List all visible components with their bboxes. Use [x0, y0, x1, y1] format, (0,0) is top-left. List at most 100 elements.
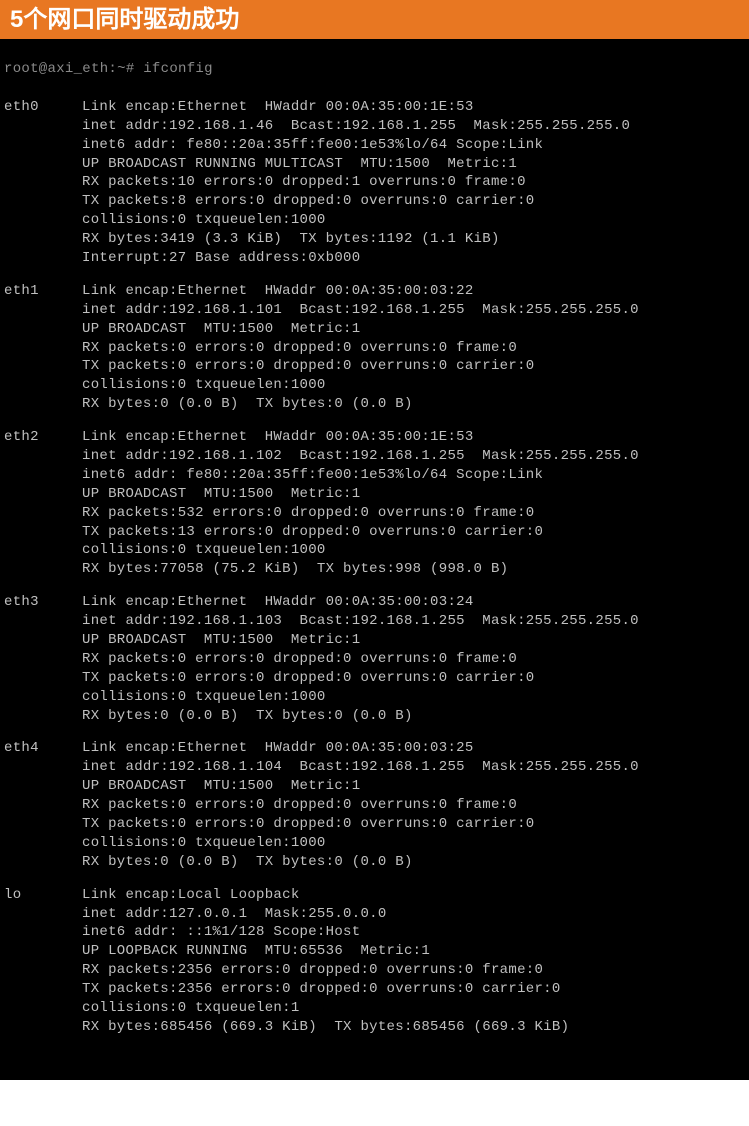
interface-list: eth0Link encap:Ethernet HWaddr 00:0A:35:…	[4, 98, 745, 1037]
interface-line: RX packets:0 errors:0 dropped:0 overruns…	[4, 796, 745, 815]
interface-line: collisions:0 txqueuelen:1000	[4, 376, 745, 395]
interface-detail: RX bytes:3419 (3.3 KiB) TX bytes:1192 (1…	[82, 231, 500, 247]
interface-detail: TX packets:13 errors:0 dropped:0 overrun…	[82, 524, 543, 540]
interface-detail: Link encap:Ethernet HWaddr 00:0A:35:00:0…	[82, 283, 474, 299]
interface-detail: RX bytes:0 (0.0 B) TX bytes:0 (0.0 B)	[82, 708, 413, 724]
interface-detail: TX packets:0 errors:0 dropped:0 overruns…	[82, 358, 534, 374]
interface-detail: inet6 addr: fe80::20a:35ff:fe00:1e53%lo/…	[82, 137, 543, 153]
interface-detail: Link encap:Ethernet HWaddr 00:0A:35:00:1…	[82, 429, 474, 445]
interface-detail: UP BROADCAST MTU:1500 Metric:1	[82, 486, 360, 502]
interface-line: TX packets:0 errors:0 dropped:0 overruns…	[4, 669, 745, 688]
interface-line: inet addr:192.168.1.101 Bcast:192.168.1.…	[4, 301, 745, 320]
interface-line: Interrupt:27 Base address:0xb000	[4, 249, 745, 268]
interface-line: collisions:0 txqueuelen:1000	[4, 541, 745, 560]
interface-line: RX packets:2356 errors:0 dropped:0 overr…	[4, 961, 745, 980]
interface-detail: Link encap:Local Loopback	[82, 887, 300, 903]
interface-line: inet addr:192.168.1.103 Bcast:192.168.1.…	[4, 612, 745, 631]
interface-line: TX packets:0 errors:0 dropped:0 overruns…	[4, 357, 745, 376]
interface-line: RX bytes:0 (0.0 B) TX bytes:0 (0.0 B)	[4, 395, 745, 414]
interface-line: inet addr:192.168.1.104 Bcast:192.168.1.…	[4, 758, 745, 777]
interface-line: RX bytes:0 (0.0 B) TX bytes:0 (0.0 B)	[4, 853, 745, 872]
interface-detail: collisions:0 txqueuelen:1000	[82, 212, 326, 228]
interface-detail: collisions:0 txqueuelen:1	[82, 1000, 300, 1016]
interface-line: TX packets:8 errors:0 dropped:0 overruns…	[4, 192, 745, 211]
interface-line: eth3Link encap:Ethernet HWaddr 00:0A:35:…	[4, 593, 745, 612]
interface-line: inet addr:127.0.0.1 Mask:255.0.0.0	[4, 905, 745, 924]
interface-line: UP BROADCAST RUNNING MULTICAST MTU:1500 …	[4, 155, 745, 174]
interface-block-eth3: eth3Link encap:Ethernet HWaddr 00:0A:35:…	[4, 593, 745, 725]
terminal-output: root@axi_eth:~# ifconfig eth0Link encap:…	[0, 39, 749, 1080]
interface-line: collisions:0 txqueuelen:1000	[4, 688, 745, 707]
interface-name: eth1	[4, 282, 82, 301]
interface-name: eth3	[4, 593, 82, 612]
interface-detail: TX packets:2356 errors:0 dropped:0 overr…	[82, 981, 561, 997]
interface-detail: TX packets:0 errors:0 dropped:0 overruns…	[82, 670, 534, 686]
interface-detail: inet addr:192.168.1.101 Bcast:192.168.1.…	[82, 302, 639, 318]
interface-detail: RX bytes:0 (0.0 B) TX bytes:0 (0.0 B)	[82, 396, 413, 412]
interface-line: eth4Link encap:Ethernet HWaddr 00:0A:35:…	[4, 739, 745, 758]
interface-detail: TX packets:8 errors:0 dropped:0 overruns…	[82, 193, 534, 209]
interface-line: collisions:0 txqueuelen:1000	[4, 211, 745, 230]
interface-detail: collisions:0 txqueuelen:1000	[82, 542, 326, 558]
interface-detail: UP BROADCAST RUNNING MULTICAST MTU:1500 …	[82, 156, 517, 172]
interface-detail: UP BROADCAST MTU:1500 Metric:1	[82, 778, 360, 794]
interface-detail: Link encap:Ethernet HWaddr 00:0A:35:00:0…	[82, 740, 474, 756]
interface-line: collisions:0 txqueuelen:1000	[4, 834, 745, 853]
interface-detail: RX packets:0 errors:0 dropped:0 overruns…	[82, 651, 517, 667]
interface-line: TX packets:0 errors:0 dropped:0 overruns…	[4, 815, 745, 834]
interface-name: eth4	[4, 739, 82, 758]
interface-detail: RX packets:532 errors:0 dropped:0 overru…	[82, 505, 534, 521]
interface-detail: inet6 addr: ::1%1/128 Scope:Host	[82, 924, 360, 940]
interface-detail: Link encap:Ethernet HWaddr 00:0A:35:00:0…	[82, 594, 474, 610]
interface-line: RX packets:0 errors:0 dropped:0 overruns…	[4, 339, 745, 358]
interface-line: RX bytes:3419 (3.3 KiB) TX bytes:1192 (1…	[4, 230, 745, 249]
interface-detail: RX bytes:685456 (669.3 KiB) TX bytes:685…	[82, 1019, 569, 1035]
interface-detail: RX packets:10 errors:0 dropped:1 overrun…	[82, 174, 526, 190]
interface-detail: Link encap:Ethernet HWaddr 00:0A:35:00:1…	[82, 99, 474, 115]
interface-line: inet6 addr: fe80::20a:35ff:fe00:1e53%lo/…	[4, 466, 745, 485]
interface-detail: inet6 addr: fe80::20a:35ff:fe00:1e53%lo/…	[82, 467, 543, 483]
header-text: 5个网口同时驱动成功	[10, 6, 239, 33]
interface-detail: RX bytes:0 (0.0 B) TX bytes:0 (0.0 B)	[82, 854, 413, 870]
interface-line: inet addr:192.168.1.46 Bcast:192.168.1.2…	[4, 117, 745, 136]
interface-line: loLink encap:Local Loopback	[4, 886, 745, 905]
interface-detail: UP BROADCAST MTU:1500 Metric:1	[82, 321, 360, 337]
interface-detail: RX packets:0 errors:0 dropped:0 overruns…	[82, 797, 517, 813]
interface-line: inet addr:192.168.1.102 Bcast:192.168.1.…	[4, 447, 745, 466]
interface-detail: collisions:0 txqueuelen:1000	[82, 377, 326, 393]
interface-detail: inet addr:127.0.0.1 Mask:255.0.0.0	[82, 906, 387, 922]
interface-line: TX packets:2356 errors:0 dropped:0 overr…	[4, 980, 745, 999]
interface-line: TX packets:13 errors:0 dropped:0 overrun…	[4, 523, 745, 542]
interface-block-eth4: eth4Link encap:Ethernet HWaddr 00:0A:35:…	[4, 739, 745, 871]
interface-name: eth2	[4, 428, 82, 447]
interface-name: lo	[4, 886, 82, 905]
interface-block-eth2: eth2Link encap:Ethernet HWaddr 00:0A:35:…	[4, 428, 745, 579]
interface-line: eth0Link encap:Ethernet HWaddr 00:0A:35:…	[4, 98, 745, 117]
interface-block-eth0: eth0Link encap:Ethernet HWaddr 00:0A:35:…	[4, 98, 745, 268]
header-banner: 5个网口同时驱动成功	[0, 0, 749, 39]
interface-line: UP BROADCAST MTU:1500 Metric:1	[4, 320, 745, 339]
interface-line: UP BROADCAST MTU:1500 Metric:1	[4, 631, 745, 650]
interface-line: UP BROADCAST MTU:1500 Metric:1	[4, 777, 745, 796]
interface-line: inet6 addr: ::1%1/128 Scope:Host	[4, 923, 745, 942]
interface-line: eth1Link encap:Ethernet HWaddr 00:0A:35:…	[4, 282, 745, 301]
interface-line: RX bytes:77058 (75.2 KiB) TX bytes:998 (…	[4, 560, 745, 579]
interface-detail: RX packets:2356 errors:0 dropped:0 overr…	[82, 962, 543, 978]
interface-detail: RX bytes:77058 (75.2 KiB) TX bytes:998 (…	[82, 561, 508, 577]
interface-block-lo: loLink encap:Local Loopbackinet addr:127…	[4, 886, 745, 1037]
interface-detail: inet addr:192.168.1.103 Bcast:192.168.1.…	[82, 613, 639, 629]
interface-detail: inet addr:192.168.1.104 Bcast:192.168.1.…	[82, 759, 639, 775]
interface-line: eth2Link encap:Ethernet HWaddr 00:0A:35:…	[4, 428, 745, 447]
interface-detail: collisions:0 txqueuelen:1000	[82, 835, 326, 851]
interface-line: UP BROADCAST MTU:1500 Metric:1	[4, 485, 745, 504]
interface-detail: UP LOOPBACK RUNNING MTU:65536 Metric:1	[82, 943, 430, 959]
interface-detail: Interrupt:27 Base address:0xb000	[82, 250, 360, 266]
interface-detail: collisions:0 txqueuelen:1000	[82, 689, 326, 705]
interface-line: inet6 addr: fe80::20a:35ff:fe00:1e53%lo/…	[4, 136, 745, 155]
interface-line: RX bytes:685456 (669.3 KiB) TX bytes:685…	[4, 1018, 745, 1037]
interface-line: UP LOOPBACK RUNNING MTU:65536 Metric:1	[4, 942, 745, 961]
interface-detail: inet addr:192.168.1.102 Bcast:192.168.1.…	[82, 448, 639, 464]
interface-line: RX packets:532 errors:0 dropped:0 overru…	[4, 504, 745, 523]
interface-block-eth1: eth1Link encap:Ethernet HWaddr 00:0A:35:…	[4, 282, 745, 414]
interface-line: RX packets:10 errors:0 dropped:1 overrun…	[4, 173, 745, 192]
